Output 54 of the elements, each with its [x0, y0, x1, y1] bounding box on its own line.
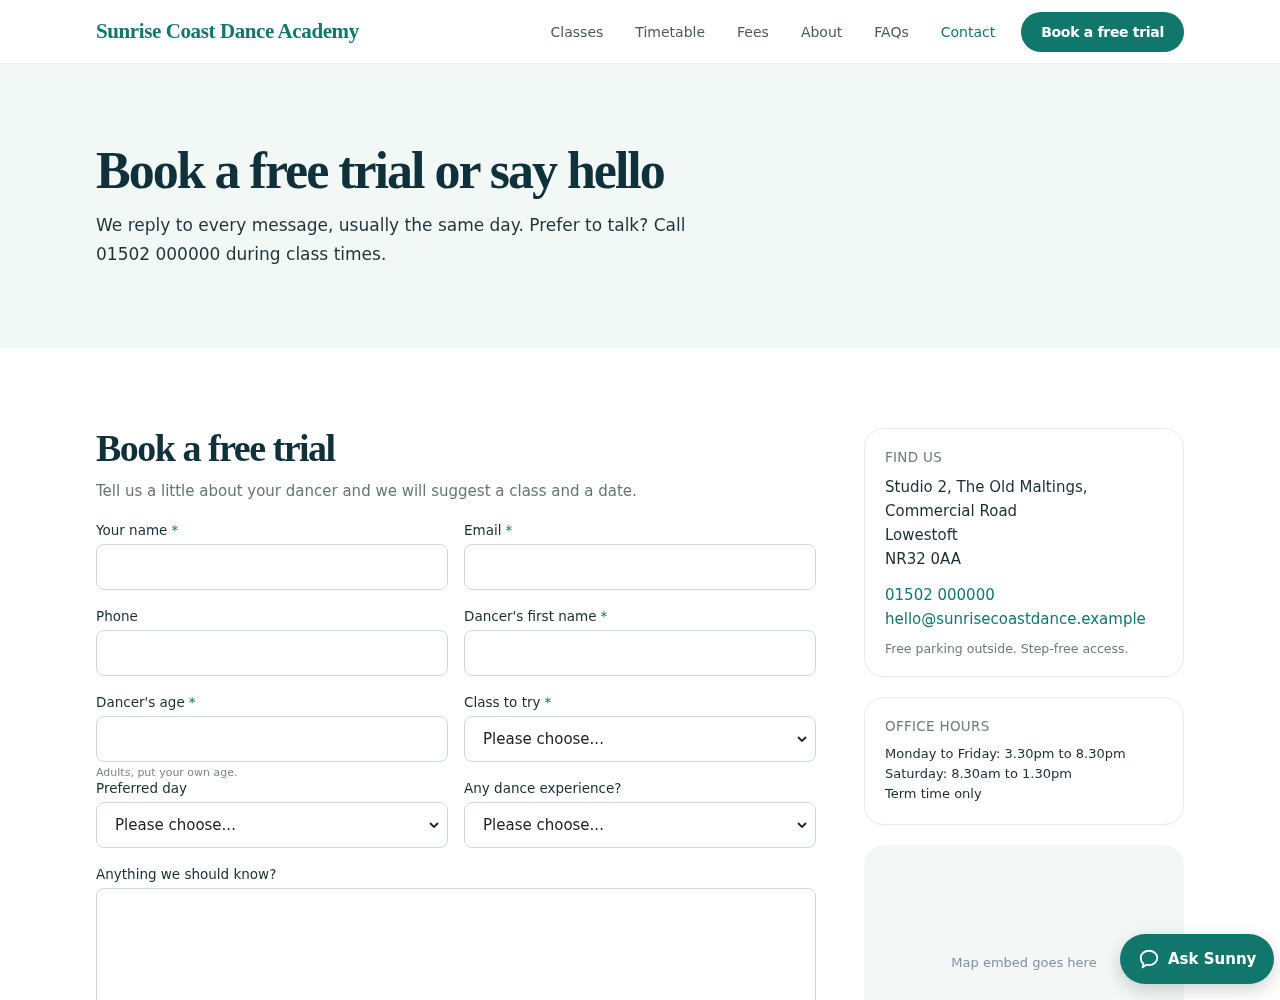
- nav-link[interactable]: Classes: [550, 23, 604, 40]
- address-line: Commercial Road: [885, 501, 1019, 522]
- access-note: Free parking outside. Step-free access.: [885, 641, 1130, 656]
- form-title: Book a free trial: [96, 428, 337, 470]
- required-mark: *: [171, 521, 179, 538]
- chevron-icon: [429, 821, 439, 828]
- address-line: NR32 0AA: [885, 549, 962, 570]
- hours-line: Saturday: 8.30am to 1.30pm: [885, 765, 1073, 783]
- field-label: Your name: [96, 521, 168, 538]
- card-heading: OFFICE HOURS: [885, 718, 991, 734]
- nav-link[interactable]: About: [800, 23, 843, 40]
- chevron-icon: [797, 735, 807, 742]
- field-label: Class to try: [464, 693, 541, 710]
- input-field[interactable]: [96, 629, 448, 676]
- hours-line: Term time only: [885, 785, 983, 803]
- nav-link[interactable]: FAQs: [874, 23, 909, 40]
- required-mark: *: [600, 607, 608, 624]
- field-label: Dancer's age: [96, 693, 185, 710]
- input-field[interactable]: [96, 543, 448, 590]
- field-label: Email: [464, 521, 502, 538]
- field-label: Dancer's first name: [464, 607, 597, 624]
- input-field[interactable]: [464, 543, 816, 590]
- chat-bubble-icon: [1138, 948, 1160, 970]
- field-label: Preferred day: [96, 779, 188, 796]
- field-label: Any dance experience?: [464, 779, 622, 796]
- nav-link[interactable]: Contact: [940, 23, 996, 40]
- site-logo[interactable]: Sunrise Coast Dance Academy: [96, 19, 359, 44]
- nav-link[interactable]: Fees: [737, 23, 769, 40]
- phone-link[interactable]: 01502 000000: [885, 583, 1163, 607]
- chat-button[interactable]: Ask Sunny: [1120, 934, 1275, 984]
- required-mark: *: [505, 521, 513, 538]
- map-placeholder-text: Map embed goes here: [951, 955, 1097, 970]
- hero-title: Book a free trial or say hello: [96, 142, 665, 200]
- input-field[interactable]: [464, 629, 816, 676]
- field-hint: Adults, put your own age.: [96, 765, 238, 779]
- hero-text: We reply to every message, usually the same day. Prefer to talk? Call 01502 000000 during class times.: [96, 214, 687, 267]
- address-line: Studio 2, The Old Maltings,: [885, 477, 1089, 498]
- select-field[interactable]: Please choose...: [464, 801, 816, 848]
- select-field[interactable]: Please choose...: [96, 801, 448, 848]
- field-label: Phone: [96, 607, 138, 624]
- required-mark: *: [544, 693, 552, 710]
- select-field[interactable]: Please choose...: [464, 715, 816, 762]
- chevron-icon: [797, 821, 807, 828]
- book-trial-button[interactable]: Book a free trial: [1021, 11, 1184, 52]
- form-intro: Tell us a little about your dancer and we will suggest a class and a date.: [96, 481, 638, 500]
- hours-line: Monday to Friday: 3.30pm to 8.30pm: [885, 745, 1127, 763]
- field-label: Anything we should know?: [96, 865, 277, 882]
- card-heading: FIND US: [885, 449, 944, 465]
- input-field[interactable]: [96, 715, 448, 762]
- message-field[interactable]: [96, 887, 816, 1000]
- address-line: Lowestoft: [885, 525, 959, 546]
- nav-link[interactable]: Timetable: [635, 23, 706, 40]
- email-link[interactable]: hello@sunrisecoastdance.example: [885, 607, 1163, 631]
- required-mark: *: [188, 693, 196, 710]
